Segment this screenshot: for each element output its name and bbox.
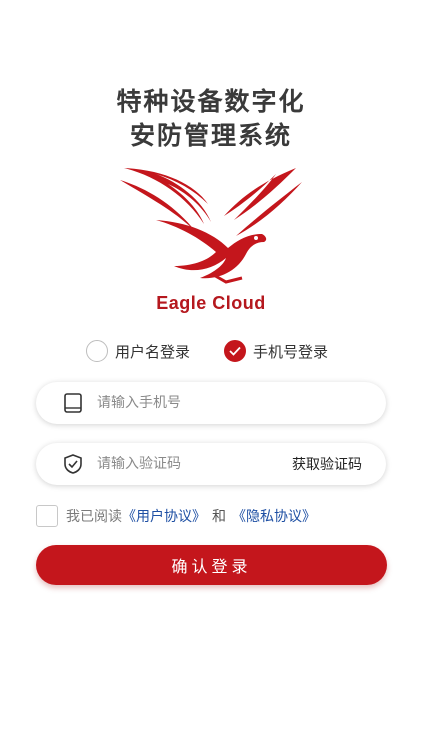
privacy-policy-link[interactable]: 《隐私协议》: [232, 506, 316, 526]
agreement-row: 我已阅读 《用户协议》 和 《隐私协议》: [36, 505, 316, 527]
phone-field[interactable]: [36, 382, 386, 424]
login-mode-phone-label: 手机号登录: [253, 342, 329, 361]
phone-input[interactable]: [97, 395, 267, 411]
agreement-and: 和: [212, 509, 226, 525]
shield-check-icon: [61, 452, 85, 476]
confirm-login-button[interactable]: 确认登录: [36, 545, 387, 585]
radio-checked-icon[interactable]: [224, 340, 246, 362]
login-mode-username-label: 用户名登录: [115, 342, 191, 361]
login-mode-selector: 用户名登录 手机号登录: [0, 340, 422, 366]
radio-unchecked-icon[interactable]: [86, 340, 108, 362]
logo-text: Eagle Cloud: [156, 293, 266, 313]
page-title-line2: 安防管理系统: [129, 121, 292, 150]
checkmark-icon: [229, 346, 241, 356]
user-agreement-link[interactable]: 《用户协议》: [122, 506, 206, 526]
agreement-prefix: 我已阅读: [66, 509, 122, 525]
page-title-line1: 特种设备数字化: [116, 87, 306, 116]
login-mode-phone[interactable]: 手机号登录: [224, 340, 328, 362]
agreement-checkbox[interactable]: [36, 505, 58, 527]
get-code-button[interactable]: 获取验证码: [292, 454, 362, 474]
code-input[interactable]: [97, 456, 267, 472]
code-field[interactable]: 获取验证码: [36, 443, 386, 485]
login-mode-username[interactable]: 用户名登录: [86, 340, 190, 362]
tablet-icon: [61, 391, 85, 415]
